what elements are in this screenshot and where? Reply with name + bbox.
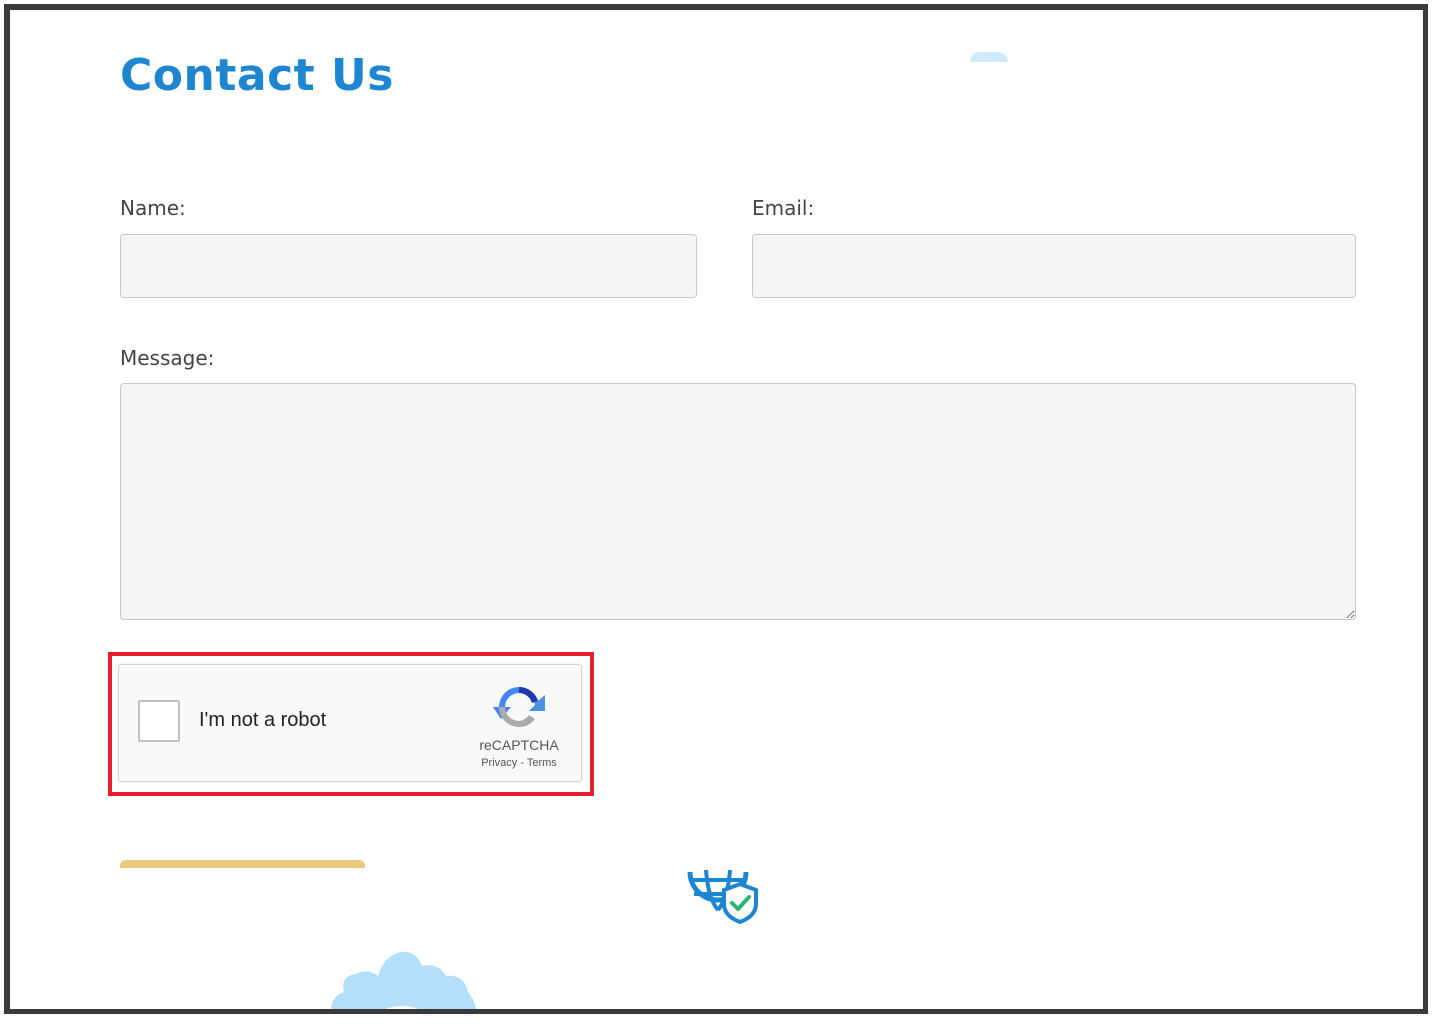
page-frame: Contact Us Name: Email: Message: I'm not… xyxy=(4,4,1428,1014)
privacy-link[interactable]: Privacy xyxy=(481,757,517,769)
gear-icon xyxy=(331,951,477,1009)
recaptcha-label: I'm not a robot xyxy=(199,709,327,731)
name-label: Name: xyxy=(120,196,186,220)
recaptcha-logo-icon xyxy=(493,687,545,727)
email-label: Email: xyxy=(752,196,815,220)
recaptcha-checkbox[interactable] xyxy=(138,700,180,742)
name-input[interactable] xyxy=(120,234,697,298)
page-title: Contact Us xyxy=(120,50,394,101)
recaptcha-brand: reCAPTCHA xyxy=(479,737,559,753)
decorative-shape xyxy=(970,52,1008,62)
recaptcha-widget: I'm not a robot reCAPTCHA Privacy - Term… xyxy=(118,664,582,782)
terms-link[interactable]: Terms xyxy=(527,757,557,769)
submit-button[interactable] xyxy=(120,860,365,868)
email-input[interactable] xyxy=(752,234,1356,298)
globe-shield-icon xyxy=(687,869,758,924)
message-label: Message: xyxy=(120,346,215,370)
message-textarea[interactable] xyxy=(120,383,1356,620)
recaptcha-links: Privacy - Terms xyxy=(459,757,579,769)
links-separator: - xyxy=(517,757,527,769)
